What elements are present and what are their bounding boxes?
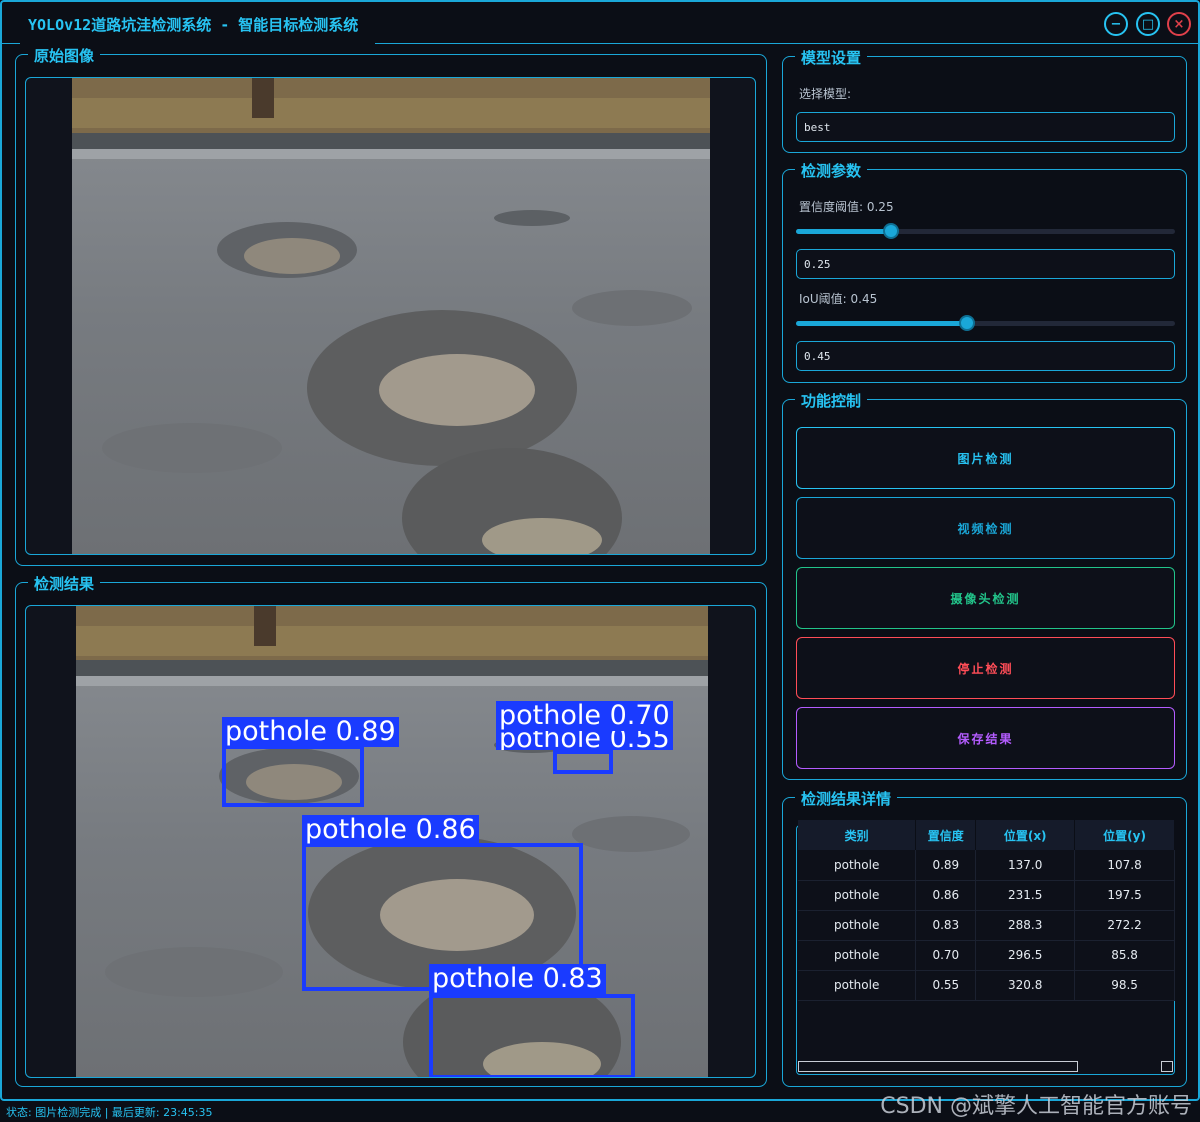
minimize-button[interactable]: − [1104, 12, 1128, 36]
table-row[interactable]: pothole 0.86 231.5 197.5 [798, 880, 1175, 911]
road-photo-svg [72, 78, 710, 554]
cell-class: pothole [798, 850, 917, 881]
cell-confidence: 0.89 [915, 850, 977, 881]
minimize-icon: − [1110, 16, 1122, 32]
model-select-label: 选择模型: [799, 87, 852, 101]
detection-box [222, 745, 364, 807]
cell-y: 272.2 [1074, 910, 1175, 941]
result-road-image: pothole 0.89 pothole 0.86 pothole 0.83 p… [76, 606, 708, 1077]
cell-y: 197.5 [1074, 880, 1175, 911]
iou-input[interactable]: 0.45 [796, 341, 1175, 371]
cell-x: 137.0 [975, 850, 1076, 881]
controls-group: 功能控制 图片检测 视频检测 摄像头检测 停止检测 保存结果 [782, 390, 1187, 780]
detection-label: pothole 0.86 [302, 815, 479, 845]
cell-confidence: 0.70 [915, 940, 977, 971]
cell-x: 288.3 [975, 910, 1076, 941]
cell-x: 320.8 [975, 970, 1076, 1001]
column-header-y[interactable]: 位置(y) [1074, 820, 1175, 850]
result-image-frame: pothole 0.89 pothole 0.86 pothole 0.83 p… [25, 605, 756, 1078]
cell-class: pothole [798, 940, 917, 971]
confidence-slider-fill [796, 229, 891, 234]
model-select[interactable]: best [796, 112, 1175, 142]
confidence-input[interactable]: 0.25 [796, 249, 1175, 279]
detection-box [429, 994, 635, 1077]
model-settings-group: 模型设置 选择模型: best [782, 47, 1187, 153]
cell-x: 296.5 [975, 940, 1076, 971]
iou-slider[interactable] [796, 315, 1175, 331]
save-results-button[interactable]: 保存结果 [796, 707, 1175, 769]
iou-slider-handle[interactable] [958, 315, 975, 331]
cell-y: 98.5 [1074, 970, 1175, 1001]
results-table-header: 类别 置信度 位置(x) 位置(y) [798, 820, 1175, 850]
confidence-slider-handle[interactable] [882, 223, 899, 239]
confidence-slider[interactable] [796, 223, 1175, 239]
stop-detect-button[interactable]: 停止检测 [796, 637, 1175, 699]
cell-y: 85.8 [1074, 940, 1175, 971]
title-bar[interactable]: YOLOv12道路坑洼检测系统 - 智能目标检测系统 − □ × [2, 2, 1198, 44]
close-icon: × [1173, 16, 1185, 32]
model-settings-title: 模型设置 [795, 47, 868, 68]
table-row[interactable]: pothole 0.70 296.5 85.8 [798, 940, 1175, 971]
maximize-icon: □ [1141, 16, 1155, 32]
iou-slider-fill [796, 321, 967, 326]
table-row[interactable]: pothole 0.89 137.0 107.8 [798, 850, 1175, 881]
results-detail-group: 检测结果详情 类别 置信度 位置(x) 位置(y) pothole 0.89 1… [782, 788, 1187, 1087]
cell-confidence: 0.55 [915, 970, 977, 1001]
cell-confidence: 0.86 [915, 880, 977, 911]
iou-label: IoU阈值: 0.45 [799, 292, 878, 306]
table-row[interactable]: pothole 0.83 288.3 272.2 [798, 910, 1175, 941]
original-road-image [72, 78, 710, 554]
detection-label: pothole 0.70 [496, 701, 673, 731]
cell-class: pothole [798, 880, 917, 911]
results-table: 类别 置信度 位置(x) 位置(y) pothole 0.89 137.0 10… [798, 820, 1175, 1001]
column-header-x[interactable]: 位置(x) [975, 820, 1076, 850]
watermark-text: CSDN @斌擎人工智能官方账号 [880, 1094, 1192, 1119]
cell-confidence: 0.83 [915, 910, 977, 941]
horizontal-scrollbar[interactable] [798, 1061, 1078, 1072]
image-detect-button[interactable]: 图片检测 [796, 427, 1175, 489]
cell-class: pothole [798, 910, 917, 941]
app-window: YOLOv12道路坑洼检测系统 - 智能目标检测系统 − □ × 原始图像 检测… [0, 0, 1200, 1101]
title-divider [20, 42, 375, 44]
status-bar: 状态: 图片检测完成 | 最后更新: 23:45:35 [6, 1106, 213, 1119]
detect-params-title: 检测参数 [795, 160, 868, 181]
cell-y: 107.8 [1074, 850, 1175, 881]
column-header-confidence[interactable]: 置信度 [915, 820, 977, 850]
detect-params-group: 检测参数 置信度阈值: 0.25 0.25 IoU阈值: 0.45 0.45 [782, 160, 1187, 383]
confidence-label: 置信度阈值: 0.25 [799, 200, 894, 214]
original-image-frame [25, 77, 756, 555]
close-button[interactable]: × [1167, 12, 1191, 36]
window-title: YOLOv12道路坑洼检测系统 - 智能目标检测系统 [28, 16, 359, 34]
result-image-title: 检测结果 [28, 573, 101, 594]
cell-class: pothole [798, 970, 917, 1001]
detection-label: pothole 0.83 [429, 964, 606, 994]
cell-x: 231.5 [975, 880, 1076, 911]
detection-label: pothole 0.89 [222, 717, 399, 747]
original-image-title: 原始图像 [28, 45, 101, 66]
original-image-group: 原始图像 [15, 45, 767, 566]
results-detail-title: 检测结果详情 [795, 788, 898, 809]
camera-detect-button[interactable]: 摄像头检测 [796, 567, 1175, 629]
scrollbar-corner [1161, 1061, 1173, 1072]
detection-box [553, 750, 613, 774]
video-detect-button[interactable]: 视频检测 [796, 497, 1175, 559]
table-row[interactable]: pothole 0.55 320.8 98.5 [798, 970, 1175, 1001]
controls-title: 功能控制 [795, 390, 868, 411]
result-image-group: 检测结果 pothole 0.89 pothole 0.86 pothole 0… [15, 573, 767, 1087]
column-header-class[interactable]: 类别 [798, 820, 917, 850]
maximize-button[interactable]: □ [1136, 12, 1160, 36]
